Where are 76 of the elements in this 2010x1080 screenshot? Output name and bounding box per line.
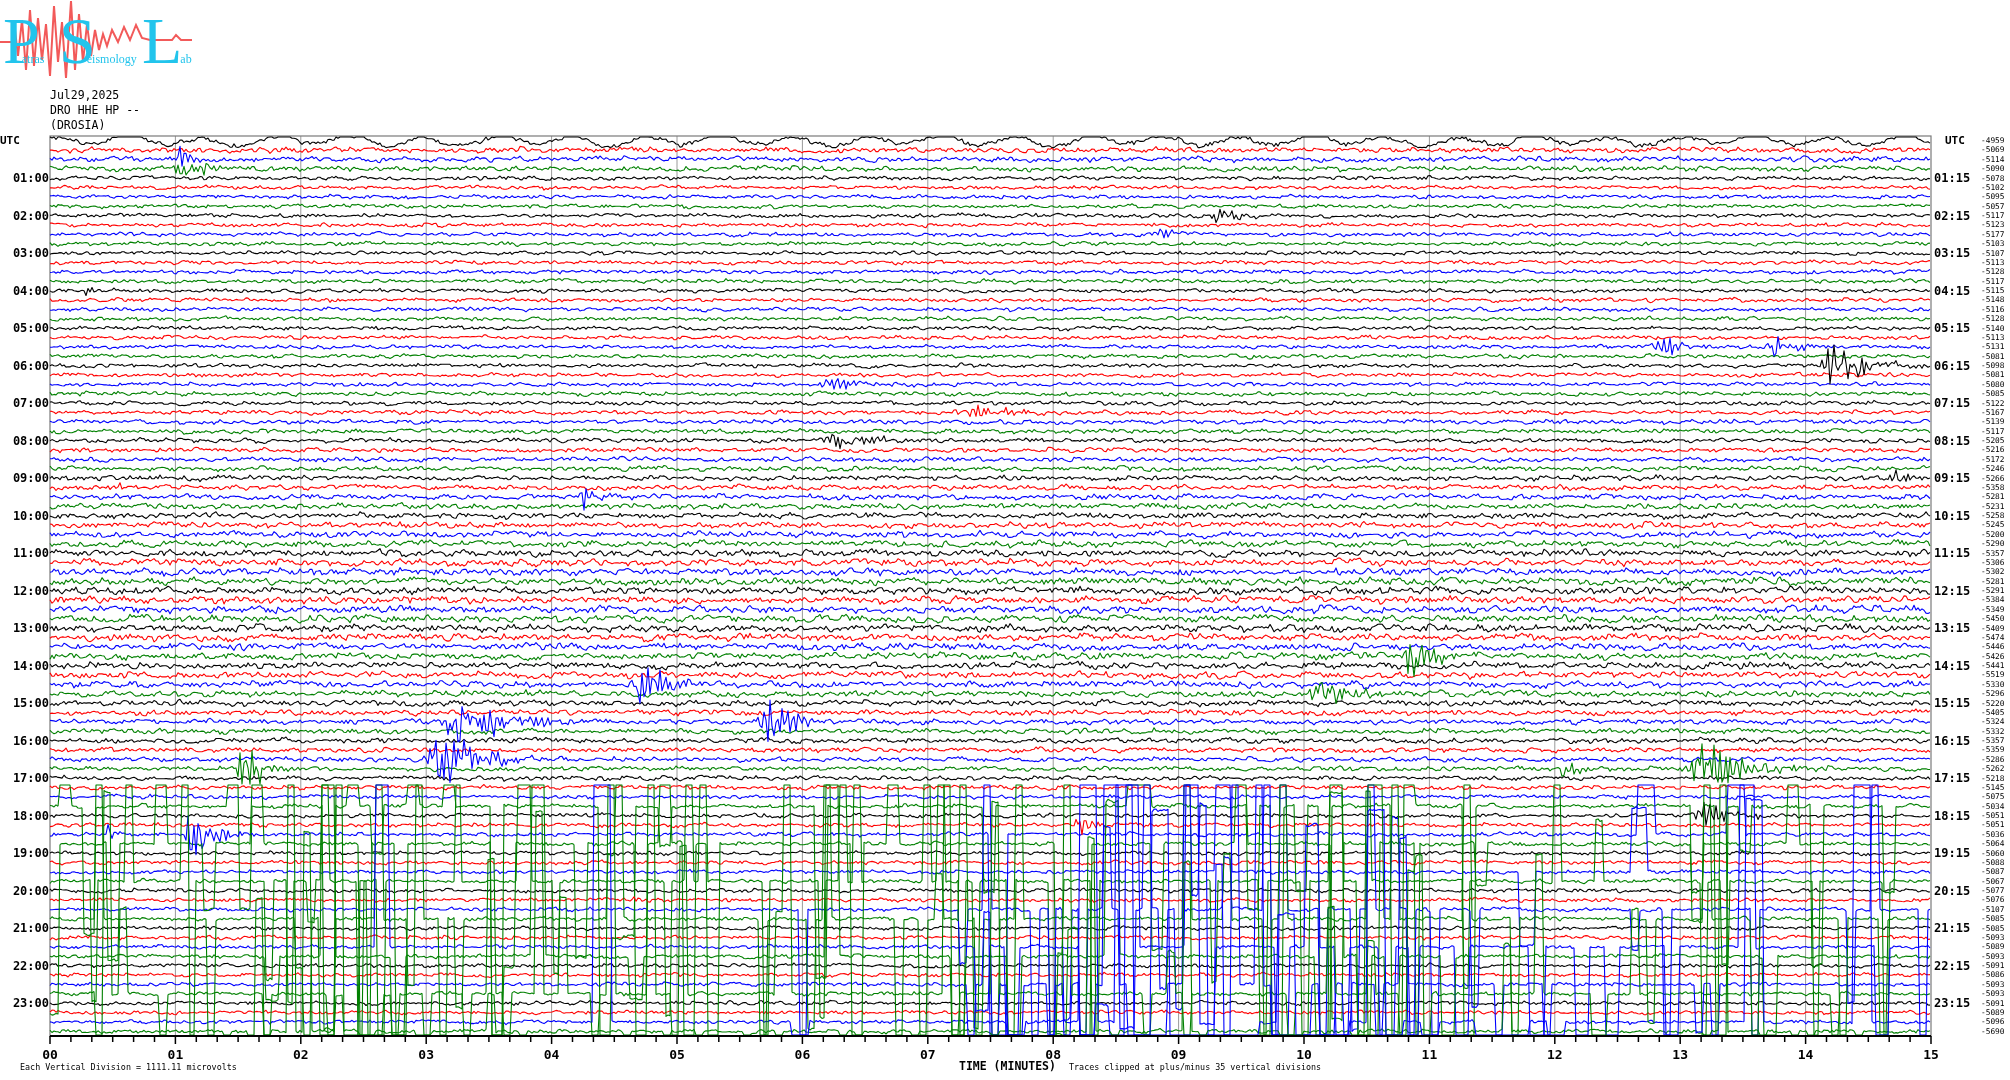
axis-tick-label: 02 xyxy=(292,1046,309,1062)
hour-label: 09:00 xyxy=(12,471,49,486)
hour-label: 04:00 xyxy=(12,283,49,298)
hour-label: 09:15 xyxy=(1934,471,1971,486)
hour-label: 17:00 xyxy=(12,771,49,786)
hour-label: 15:15 xyxy=(1934,696,1971,711)
hour-label: 01:00 xyxy=(12,171,49,186)
hour-label: 17:15 xyxy=(1934,771,1971,786)
hour-label: 21:15 xyxy=(1934,921,1971,936)
hour-label: 06:15 xyxy=(1934,358,1971,373)
axis-tick-label: 03 xyxy=(418,1046,435,1062)
date-label: Jul29,2025 xyxy=(50,88,120,103)
station-label: (DROSIA) xyxy=(50,118,106,133)
clip-note: Traces clipped at plus/minus 35 vertical divisions xyxy=(1069,1062,1322,1072)
channel-label: DRO HHE HP -- xyxy=(50,103,140,118)
hour-label: 02:15 xyxy=(1934,208,1971,223)
seismic-burst xyxy=(1069,818,1125,836)
axis-tick-label: 12 xyxy=(1546,1046,1563,1062)
hour-label: 20:00 xyxy=(12,883,49,898)
hour-label: 22:00 xyxy=(12,958,49,973)
utc-label: UTC xyxy=(0,134,20,148)
utc-label: UTC xyxy=(1945,134,1965,148)
hour-label: 04:15 xyxy=(1934,283,1971,298)
axis-tick-label: 06 xyxy=(794,1046,811,1062)
hour-label: 18:15 xyxy=(1934,808,1971,823)
axis-tick-label: 15 xyxy=(1923,1046,1939,1062)
hour-label: 19:00 xyxy=(12,846,49,861)
hour-label: 16:00 xyxy=(12,733,49,748)
hour-label: 05:00 xyxy=(12,321,49,336)
hour-label: 20:15 xyxy=(1934,883,1971,898)
hour-label: 05:15 xyxy=(1934,321,1971,336)
hour-label: 07:15 xyxy=(1934,396,1971,411)
hour-label: 23:15 xyxy=(1934,996,1971,1011)
axis-tick-label: 09 xyxy=(1170,1046,1187,1062)
hour-label: 08:15 xyxy=(1934,433,1971,448)
hour-label: 13:15 xyxy=(1934,621,1971,636)
hour-label: 12:00 xyxy=(12,583,49,598)
hour-label: 01:15 xyxy=(1934,171,1971,186)
hour-label: 11:00 xyxy=(12,546,49,561)
axis-tick-label: 14 xyxy=(1797,1046,1814,1062)
seismic-burst xyxy=(81,286,107,297)
hour-label: 02:00 xyxy=(12,208,49,223)
axis-tick-label: 10 xyxy=(1296,1046,1312,1062)
axis-title: TIME (MINUTES) xyxy=(959,1059,1056,1073)
seismic-burst xyxy=(621,896,657,903)
axis-tick-label: 01 xyxy=(167,1046,184,1062)
hour-label: 15:00 xyxy=(12,696,49,711)
hour-label: 08:00 xyxy=(12,433,49,448)
hour-label: 06:00 xyxy=(12,358,49,373)
hour-label: 14:00 xyxy=(12,658,49,673)
axis-tick-label: 07 xyxy=(919,1046,936,1062)
hour-label: 14:15 xyxy=(1934,658,1971,673)
seismic-burst xyxy=(1879,469,1931,482)
hour-label: 10:00 xyxy=(12,508,49,523)
hour-label: 18:00 xyxy=(12,808,49,823)
hour-label: 16:15 xyxy=(1934,733,1971,748)
hour-label: 22:15 xyxy=(1934,958,1971,973)
hour-label: 03:00 xyxy=(12,246,49,261)
seismic-burst xyxy=(1553,762,1621,777)
scale-note: Each Vertical Division = 1111.11 microvolts xyxy=(20,1062,237,1072)
hour-label: 03:15 xyxy=(1934,246,1971,261)
seismic-burst xyxy=(575,487,631,511)
hour-label: 10:15 xyxy=(1934,508,1971,523)
seismic-burst xyxy=(99,482,167,491)
hour-label: 19:15 xyxy=(1934,846,1971,861)
hour-label: 07:00 xyxy=(12,396,49,411)
hour-label: 12:15 xyxy=(1934,583,1971,598)
axis-tick-label: 04 xyxy=(543,1046,560,1062)
axis-tick-label: 13 xyxy=(1672,1046,1689,1062)
hour-label: 13:00 xyxy=(12,621,49,636)
hour-label: 23:00 xyxy=(12,996,49,1011)
axis-tick-label: 11 xyxy=(1421,1046,1438,1062)
axis-tick-label: 05 xyxy=(669,1046,685,1062)
hour-label: 21:00 xyxy=(12,921,49,936)
axis-tick-label: 00 xyxy=(42,1046,58,1062)
hour-label: 11:15 xyxy=(1934,546,1971,561)
